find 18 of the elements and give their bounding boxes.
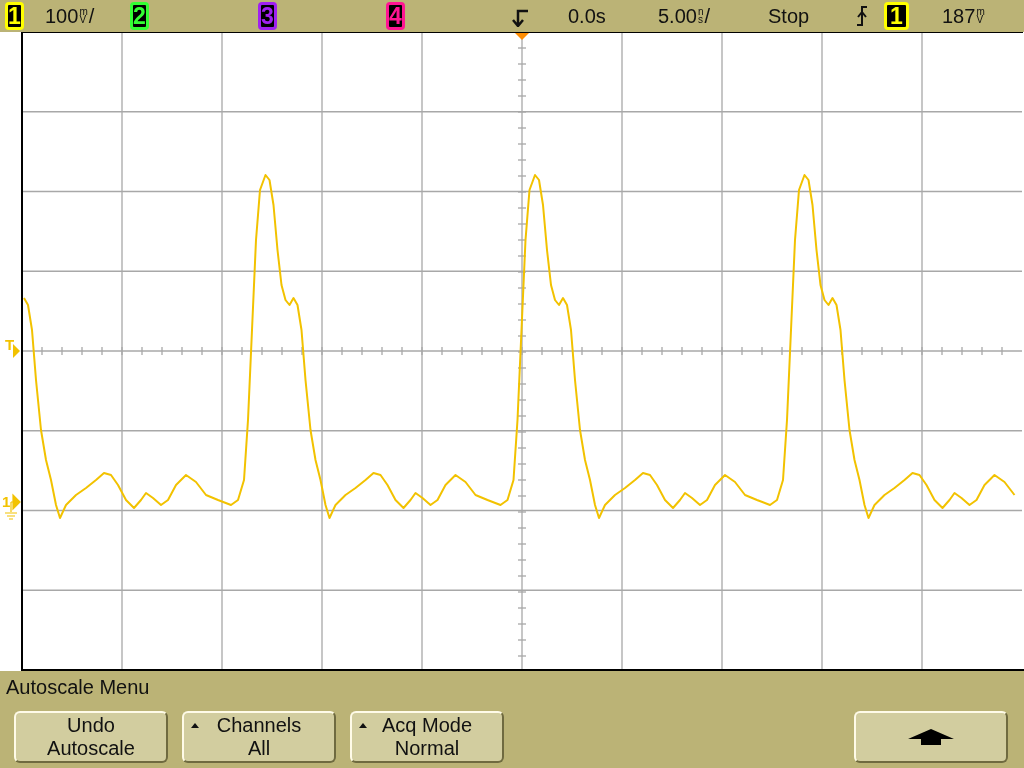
menu-title: Autoscale Menu (5, 675, 150, 699)
channel-ground-label: 1 (2, 493, 11, 510)
status-readout: 0.0s (568, 6, 607, 26)
softkey-button[interactable]: Acq Mode Normal (350, 711, 504, 763)
rising-edge-icon (856, 6, 868, 26)
trigger-level-marker (13, 344, 20, 358)
softkey-button[interactable]: Channels All (182, 711, 336, 763)
channel-badge[interactable]: 1 (5, 2, 24, 30)
channel-badge[interactable]: 2 (130, 2, 149, 30)
softkey-button[interactable]: Undo Autoscale (14, 711, 168, 763)
status-readout: Stop (768, 6, 811, 26)
channel-badge[interactable]: 4 (386, 2, 405, 30)
ground-icon (4, 494, 21, 520)
up-arrow-icon (907, 728, 955, 746)
softkey-button[interactable] (854, 711, 1008, 763)
channel-badge[interactable]: 3 (258, 2, 277, 30)
channel-badge: 1 (884, 2, 909, 30)
trigger-level-label: T (5, 336, 15, 353)
